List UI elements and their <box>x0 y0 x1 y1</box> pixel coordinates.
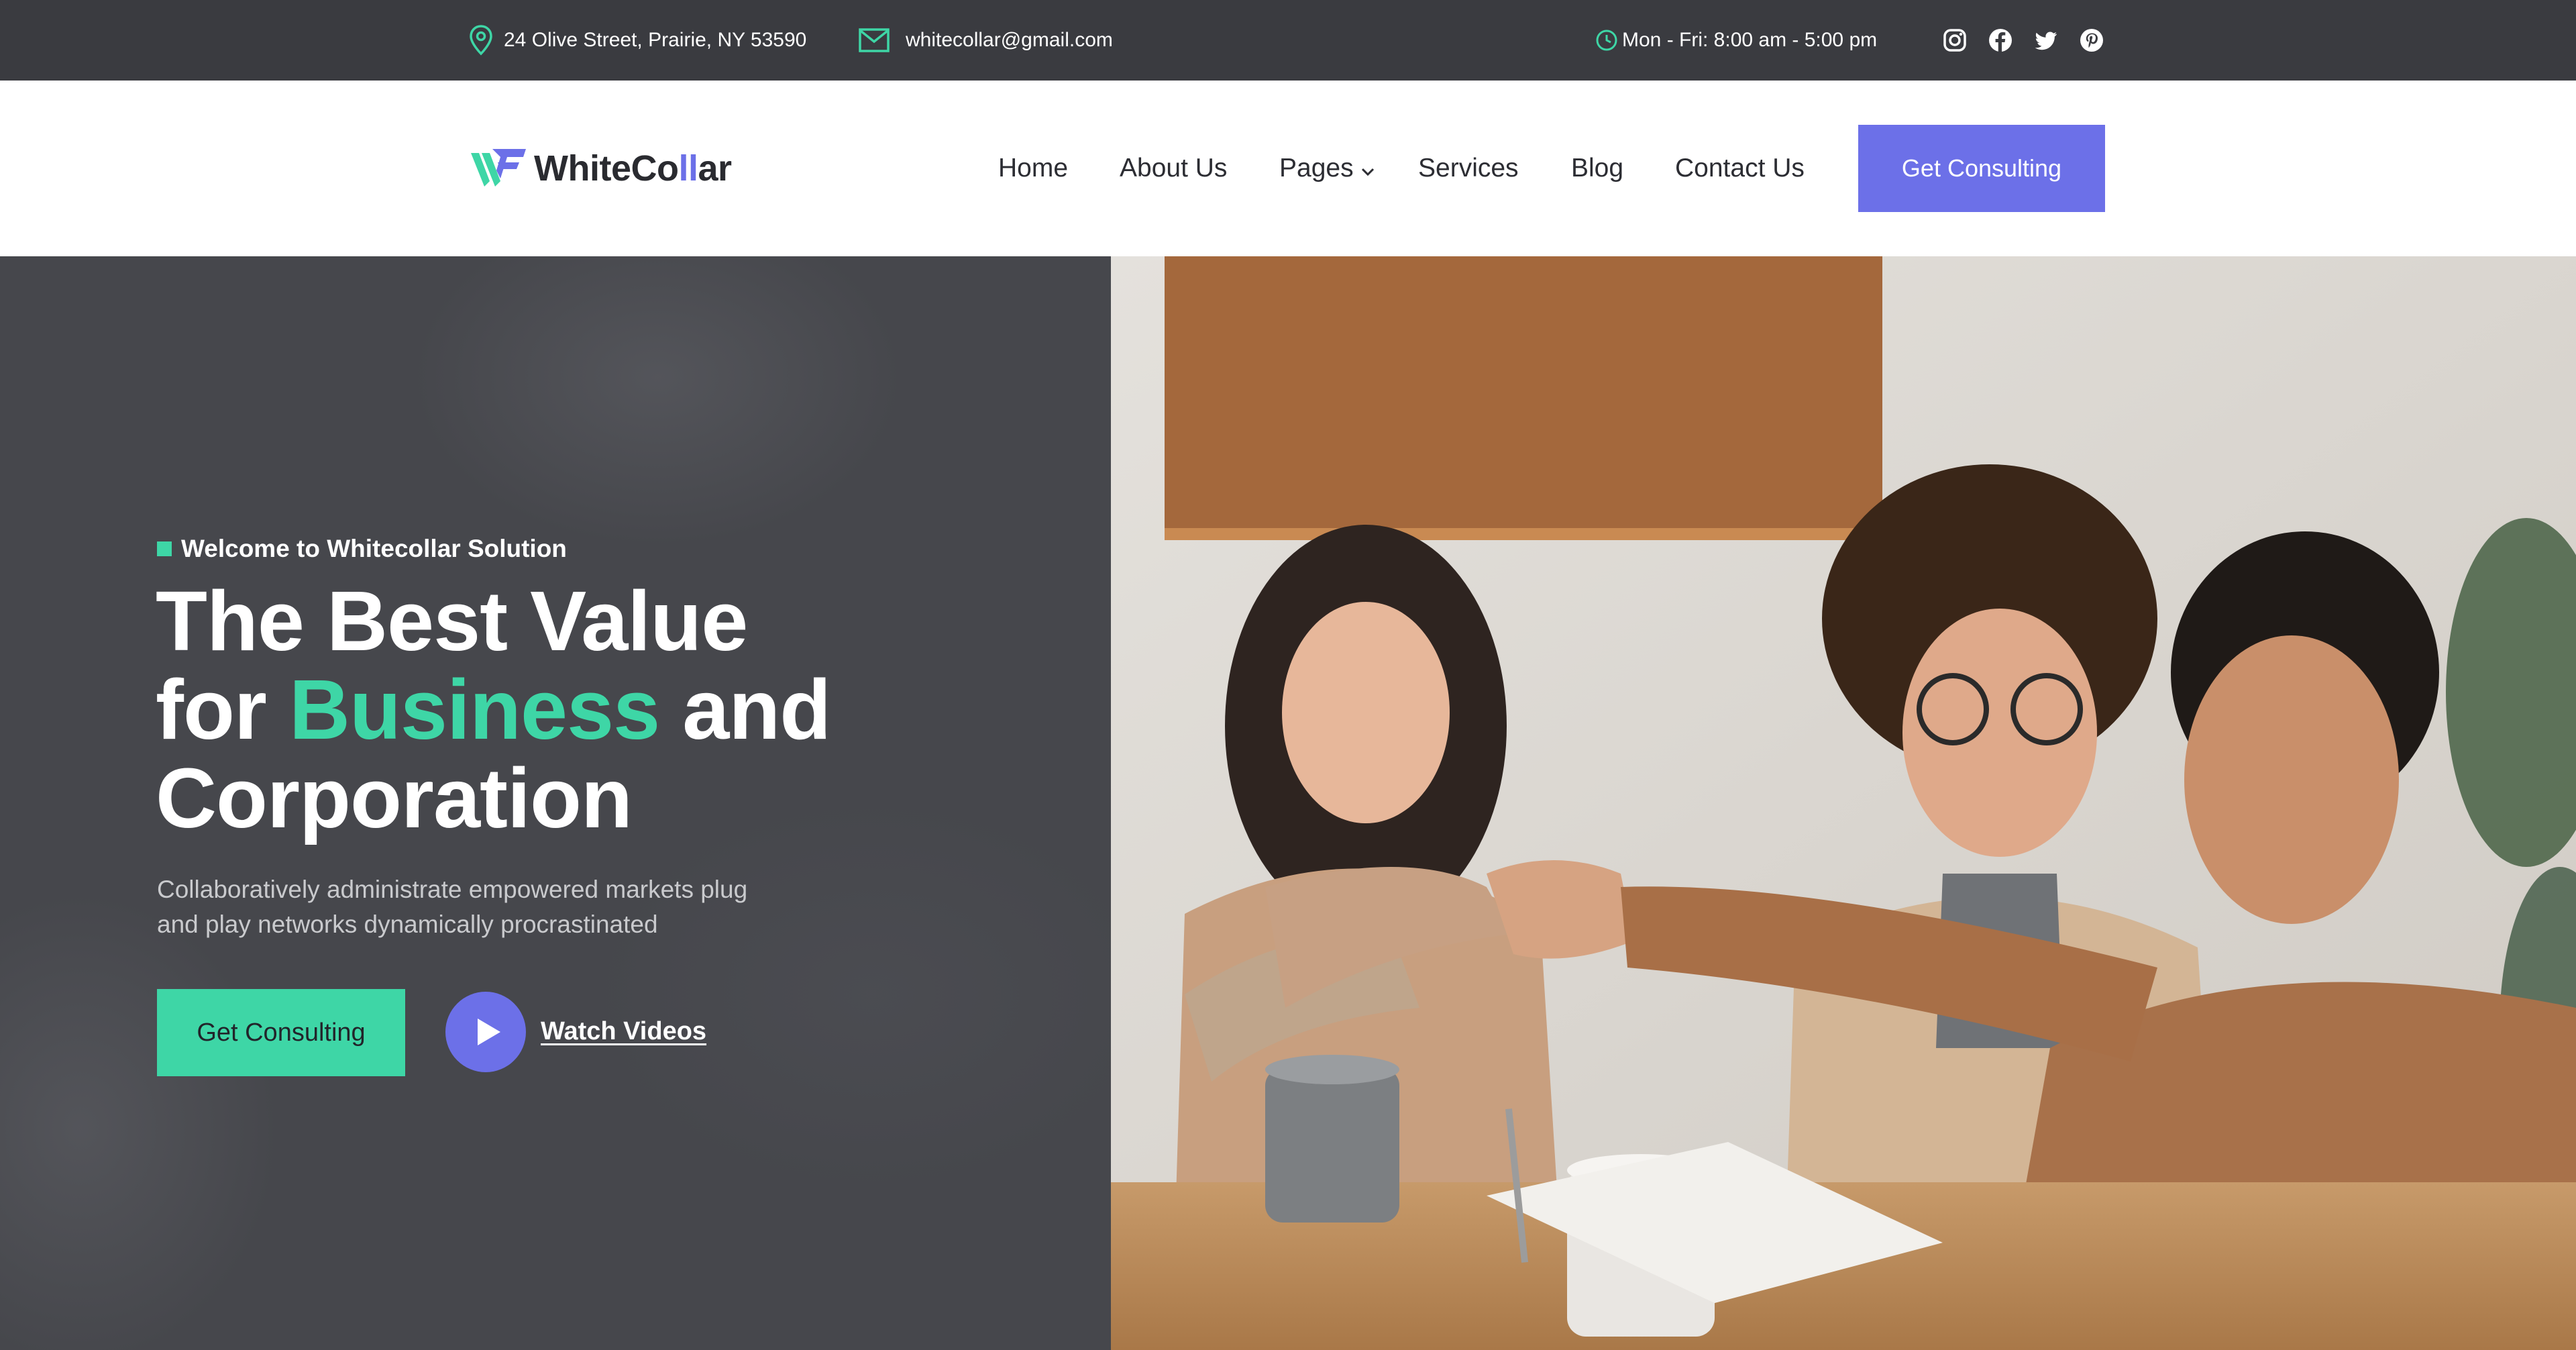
location-pin-icon <box>468 24 504 56</box>
nav-about-us[interactable]: About Us <box>1120 81 1227 256</box>
headline-line-2-before: for <box>156 662 289 757</box>
headline-line-2-after: and <box>659 662 831 757</box>
logo-text: WhiteCollar <box>534 148 732 189</box>
get-consulting-hero-button[interactable]: Get Consulting <box>157 989 405 1076</box>
hero-eyebrow: Welcome to Whitecollar Solution <box>157 535 567 563</box>
watch-videos-link[interactable]: Watch Videos <box>541 1017 706 1046</box>
hero-photo <box>1111 256 2576 1350</box>
nav-services[interactable]: Services <box>1418 81 1519 256</box>
social-links <box>1942 0 2104 81</box>
hero-headline: The Best Value for Business and Corporat… <box>156 577 894 843</box>
hours-info: Mon - Fri: 8:00 am - 5:00 pm <box>1595 0 1877 81</box>
nav-contact-us[interactable]: Contact Us <box>1675 81 1805 256</box>
chevron-down-icon <box>1354 154 1375 183</box>
top-info-bar: 24 Olive Street, Prairie, NY 53590 white… <box>0 0 2576 81</box>
square-bullet-icon <box>157 541 172 556</box>
address-text: 24 Olive Street, Prairie, NY 53590 <box>504 29 807 51</box>
nav-pages-label: Pages <box>1279 154 1354 183</box>
instagram-icon[interactable] <box>1942 28 1968 53</box>
headline-line-3: Corporation <box>156 751 633 845</box>
play-video-button[interactable] <box>445 992 526 1072</box>
headline-highlight: Business <box>288 662 660 757</box>
hero-subtitle: Collaboratively administrate empowered m… <box>157 876 748 938</box>
get-consulting-header-button[interactable]: Get Consulting <box>1858 125 2105 212</box>
twitter-icon[interactable] <box>2033 28 2059 53</box>
nav-home[interactable]: Home <box>998 81 1068 256</box>
email-info[interactable]: whitecollar@gmail.com <box>859 0 1113 81</box>
hero-content-panel: Welcome to Whitecollar Solution The Best… <box>0 256 1111 1350</box>
nav-blog[interactable]: Blog <box>1571 81 1623 256</box>
headline-line-1: The Best Value <box>156 574 748 668</box>
play-icon <box>470 1017 502 1047</box>
address-info: 24 Olive Street, Prairie, NY 53590 <box>468 0 806 81</box>
main-header: WhiteCollar Home About Us Pages Services… <box>0 81 2576 256</box>
nav-pages-dropdown[interactable]: Pages <box>1279 81 1375 256</box>
hero-eyebrow-text: Welcome to Whitecollar Solution <box>181 535 567 562</box>
email-text[interactable]: whitecollar@gmail.com <box>906 29 1113 52</box>
facebook-icon[interactable] <box>1988 28 2013 53</box>
clock-icon <box>1595 29 1622 52</box>
logo-mark-icon <box>470 146 534 191</box>
logo[interactable]: WhiteCollar <box>470 148 732 189</box>
pinterest-icon[interactable] <box>2079 28 2104 53</box>
envelope-icon <box>859 28 906 52</box>
hours-text: Mon - Fri: 8:00 am - 5:00 pm <box>1622 29 1878 51</box>
